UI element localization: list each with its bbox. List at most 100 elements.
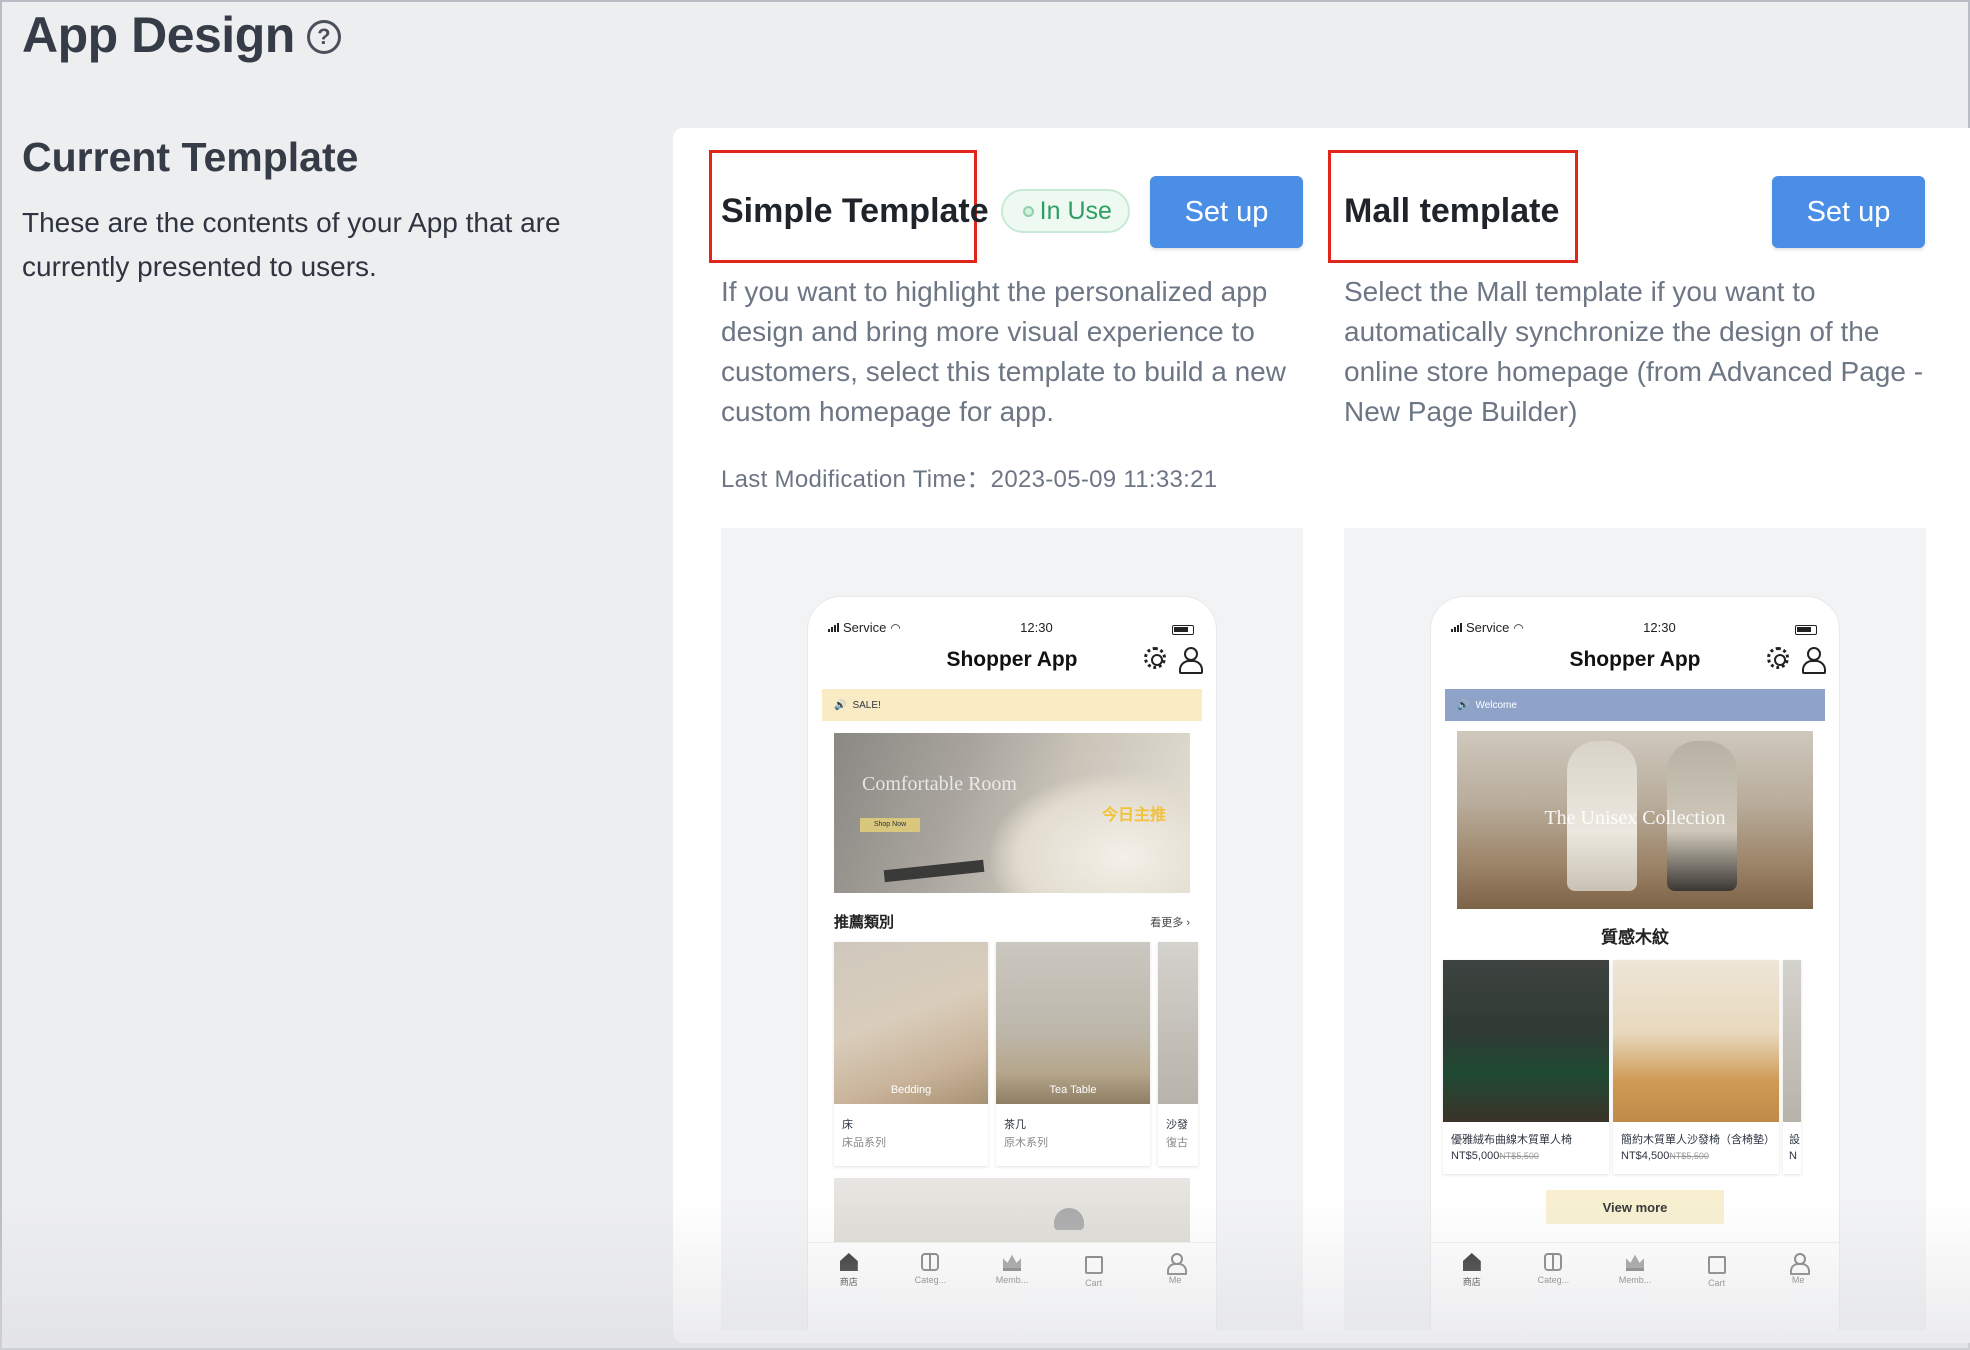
announcement-bar: 🔊 SALE! [822,689,1202,721]
hero-banner: Comfortable Room Shop Now 今日主推 [834,733,1190,893]
category-section-header: 推薦類別 看更多 › [834,911,1190,932]
banner-book-image [883,859,985,883]
app-bar: Shopper App [1431,635,1839,685]
category-image-label: Tea Table [1049,1084,1097,1096]
banner-shop-button: Shop Now [860,818,920,832]
product-price: N [1789,1150,1797,1162]
mall-template-header: Mall template [1344,176,1559,246]
app-name: Shopper App [946,648,1078,671]
announcement-text: SALE! [852,699,881,711]
person-icon [1789,1253,1811,1275]
in-use-badge: In Use [1000,189,1130,233]
battery-icon [1171,625,1194,635]
simple-template-setup-button[interactable]: Set up [1150,176,1303,248]
banner-title: The Unisex Collection [1544,807,1726,829]
account-icon [1178,647,1203,674]
tab-categories: Categ... [1523,1253,1583,1285]
carrier-label: Service [1466,620,1510,635]
category-sub: 床品系列 [842,1137,886,1149]
product-price: NT$5,000 [1451,1150,1500,1162]
bag-icon [1707,1256,1726,1274]
tab-store: 商店 [819,1253,879,1288]
battery-icon [1794,625,1817,635]
mall-template-setup-button[interactable]: Set up [1772,176,1925,248]
person-icon [1166,1253,1188,1275]
phone-mockup: Service ◠ 12:30 Shopper App 🔊 Welcome The … [1430,596,1840,1330]
bottom-tab-bar: 商店 Categ... Memb... Cart Me [808,1242,1216,1302]
settings-gear-icon [1144,647,1166,669]
phone-mockup: Service ◠ 12:30 Shopper App 🔊 SALE! Comfor… [807,596,1217,1330]
category-card: 沙發 復古 [1158,942,1198,1166]
category-image-label: Bedding [890,1084,932,1096]
template-card: Simple Template In Use Set up If you wan… [673,128,1970,1343]
home-icon [1462,1253,1481,1271]
category-image [1158,942,1198,1104]
tab-label: 商店 [1462,1277,1481,1287]
product-original-price: NT$5,500 [1669,1151,1709,1161]
category-image: Bedding [834,942,988,1104]
tab-label: Me [1168,1275,1182,1285]
home-icon [839,1253,858,1271]
tab-label: 商店 [839,1277,858,1287]
simple-template-description: If you want to highlight the personalize… [721,276,1286,427]
secondary-banner [834,1178,1190,1248]
app-bar: Shopper App [808,635,1216,685]
tab-cart: Cart [1687,1253,1747,1288]
last-modification-time: Last Modification Time：2023-05-09 11:33:… [721,466,1218,493]
product-name: 優雅絨布曲線木質單人椅 [1451,1134,1572,1146]
banner-fabric-image [990,773,1190,893]
tab-label: Cart [1085,1278,1103,1288]
phone-status-bar: Service ◠ 12:30 [1431,597,1839,635]
carrier-label: Service [843,620,887,635]
current-template-description: These are the contents of your App that … [22,207,561,282]
bottom-tab-bar: 商店 Categ... Memb... Cart Me [1431,1242,1839,1302]
simple-template-preview: Service ◠ 12:30 Shopper App 🔊 SALE! Comfor… [721,528,1303,1330]
category-image: Tea Table [996,942,1150,1104]
category-section-title: 推薦類別 [834,914,895,931]
tab-cart: Cart [1064,1253,1124,1288]
lamp-image [1054,1208,1084,1230]
speaker-icon: 🔊 [834,699,847,711]
view-more-button: View more [1546,1190,1724,1224]
question-circle-icon[interactable]: ? [306,20,341,54]
product-card: 簡約木質單人沙發椅（含椅墊） NT$4,500NT$5,500 [1613,960,1779,1174]
banner-title: Comfortable Room [862,773,1017,795]
category-card: Bedding 床床品系列 [834,942,988,1166]
category-name: 床 [842,1119,853,1131]
tab-label: Memb... [995,1275,1029,1285]
category-card: Tea Table 茶几 原木系列 [996,942,1150,1166]
tab-label: Me [1791,1275,1805,1285]
tab-label: Categ... [914,1275,947,1285]
hero-banner: The Unisex Collection [1457,731,1813,909]
tab-store: 商店 [1442,1253,1502,1288]
category-icon [921,1253,940,1271]
tab-label: Categ... [1537,1275,1570,1285]
mall-template-title: Mall template [1344,191,1560,230]
tab-categories: Categ... [900,1253,960,1285]
tab-label: Cart [1708,1278,1726,1288]
product-card: 優雅絨布曲線木質單人椅 NT$5,000NT$5,500 [1443,960,1609,1174]
product-image [1443,960,1609,1122]
category-icon [1544,1253,1563,1271]
product-name: 設 [1789,1134,1800,1146]
crown-icon [1002,1254,1021,1271]
category-sub: 復古 [1166,1137,1188,1149]
chevron-right-icon: › [1186,916,1190,929]
wifi-icon: ◠ [890,620,901,635]
crown-icon [1625,1254,1644,1271]
settings-gear-icon [1767,647,1789,669]
product-image [1783,960,1801,1122]
product-name: 簡約木質單人沙發椅（含椅墊） [1621,1134,1775,1146]
product-original-price: NT$5,500 [1499,1151,1539,1161]
status-time: 12:30 [1643,620,1676,635]
page-title: App Design [22,7,295,63]
product-price: NT$4,500 [1621,1150,1670,1162]
page-header: App Design ? [22,6,341,64]
status-dot-icon [1022,205,1034,217]
product-list: 優雅絨布曲線木質單人椅 NT$5,000NT$5,500 簡約木質單人沙發椅（含椅… [1443,960,1839,1174]
tab-members: Memb... [982,1253,1042,1285]
mall-template-preview: Service ◠ 12:30 Shopper App 🔊 Welcome The … [1344,528,1926,1330]
simple-template-title: Simple Template [721,191,989,230]
bag-icon [1084,1256,1103,1274]
mall-template-description: Select the Mall template if you want to … [1344,276,1924,427]
